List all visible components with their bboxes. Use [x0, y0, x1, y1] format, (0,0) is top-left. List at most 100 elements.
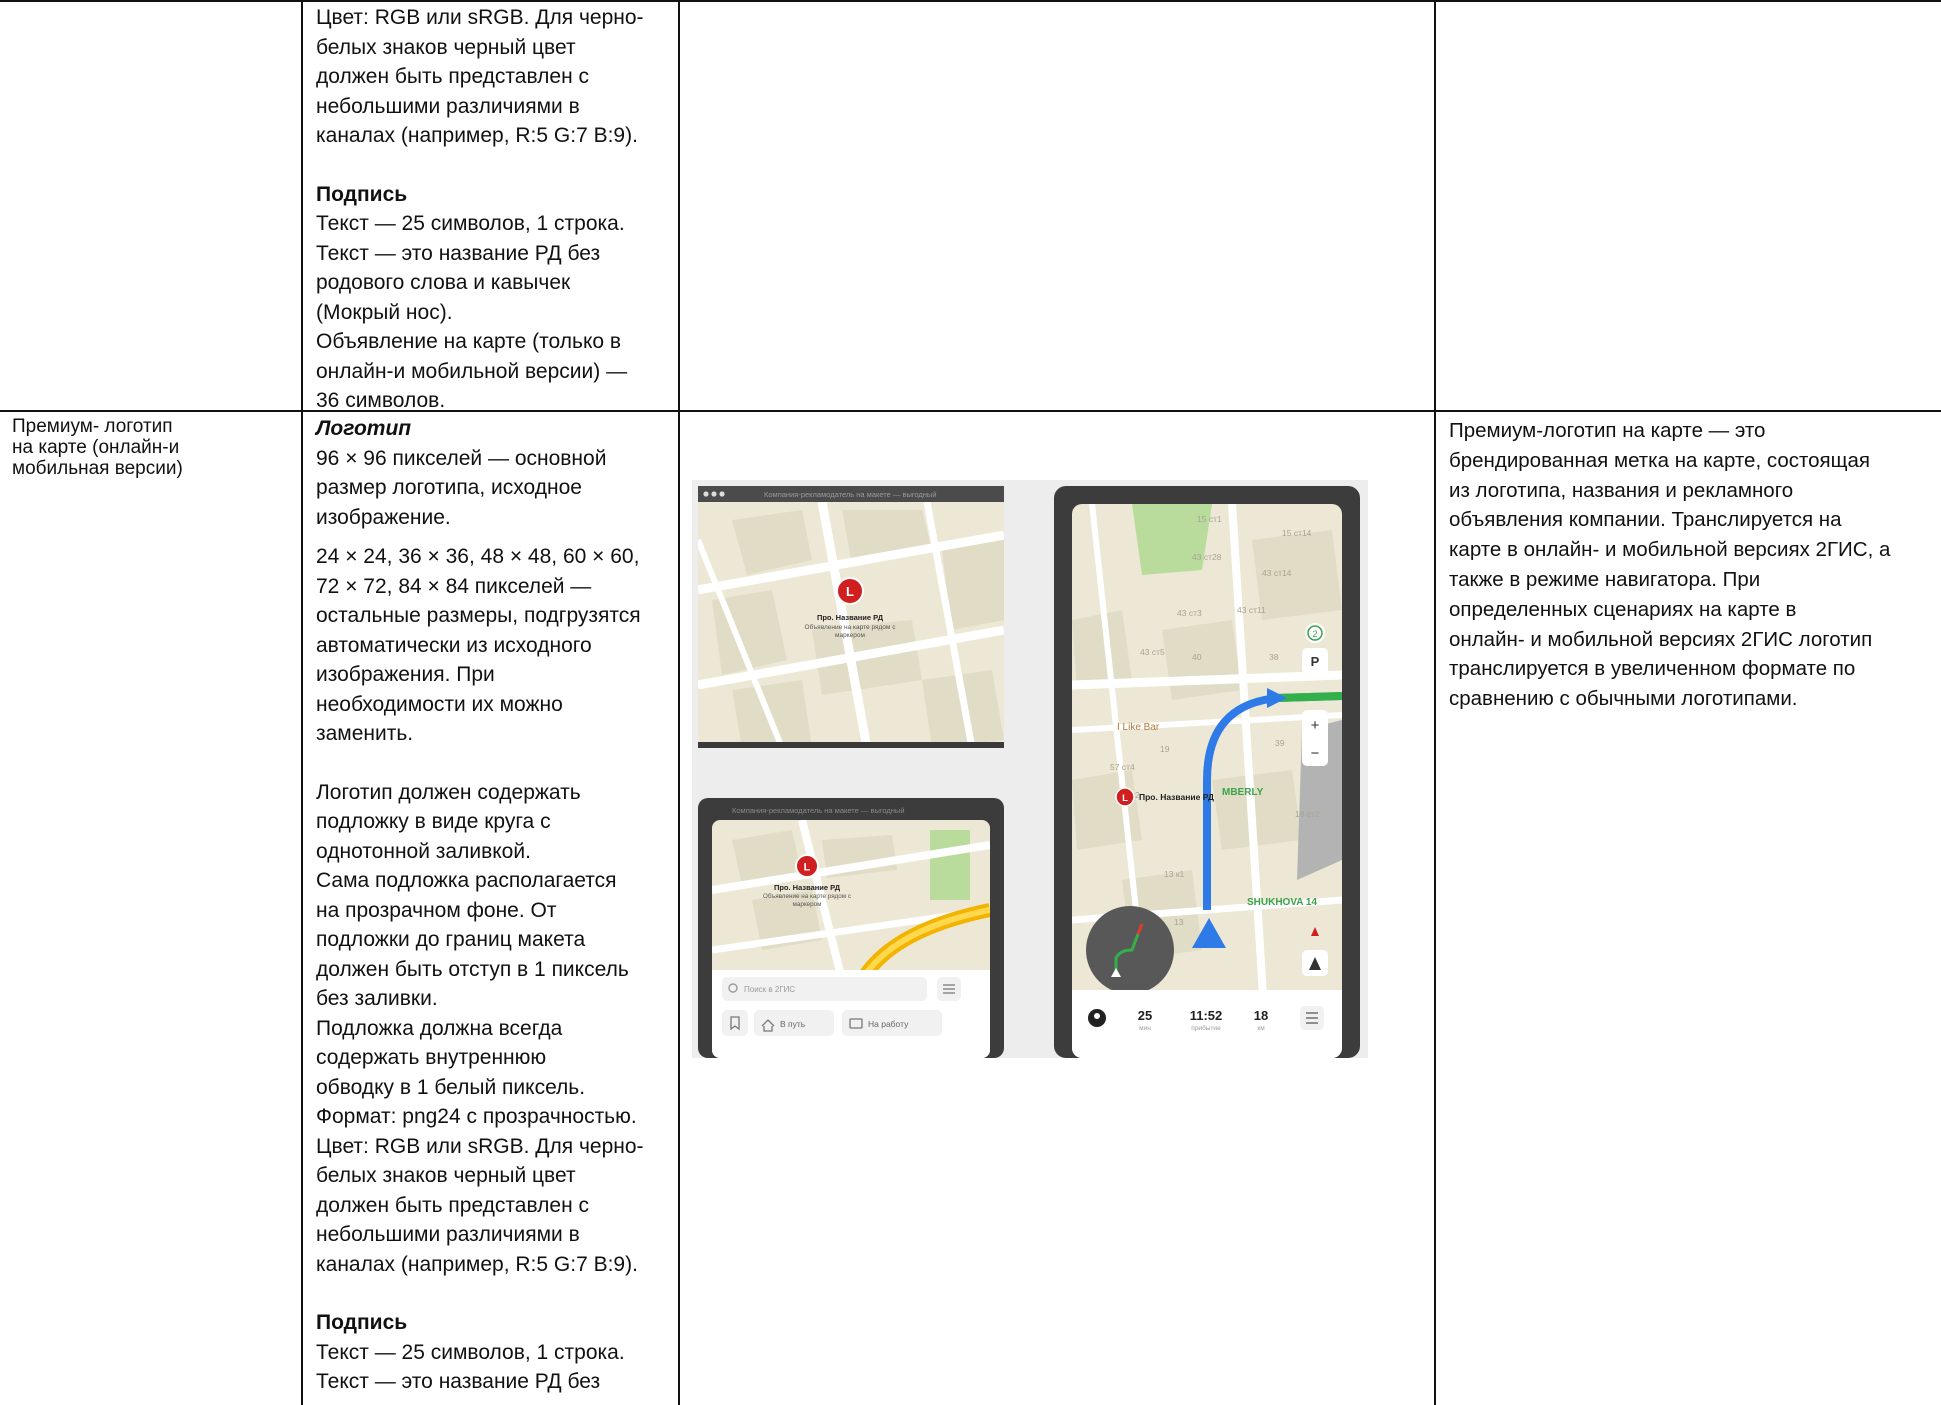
- browser-title: Компания-рекламодатель на макете — выгод…: [764, 490, 937, 499]
- text-line: белых знаков черный цвет: [316, 1164, 576, 1187]
- text-line: необходимости их можно: [316, 692, 563, 716]
- table-border-left: [301, 0, 303, 1405]
- text-line: Цвет: RGB или sRGB. Для черно-: [316, 1134, 644, 1158]
- mobile-app-mockup: Компания-рекламодатель на макете — выгод…: [698, 798, 1004, 1058]
- app-title: Компания-рекламодатель на макете — выгод…: [732, 806, 905, 815]
- text-line: размер логотипа, исходное: [316, 476, 582, 499]
- navigator-mockup: 15 ст1 15 ст14 43 ст28 43 ст14 43 ст3 43…: [1054, 486, 1360, 1058]
- zoom-in-button[interactable]: +: [1311, 717, 1320, 734]
- desc-line: Премиум-логотип на карте — это: [1449, 419, 1766, 442]
- poi-label: I Like Bar: [1117, 722, 1160, 733]
- logo-requirements: Логотип 96 × 96 пикселей — основной разм…: [316, 414, 672, 1397]
- text-line: Текст — это название РД без: [316, 241, 601, 265]
- traffic-badge-label: 2: [1312, 629, 1317, 639]
- arrival-time: 11:52: [1190, 1008, 1223, 1023]
- text-line: небольшими различиями в: [316, 94, 580, 118]
- desc-line: онлайн- и мобильной версиях 2ГИС логотип: [1449, 627, 1873, 651]
- svg-text:15 ст14: 15 ст14: [1282, 528, 1312, 538]
- svg-text:43 ст14: 43 ст14: [1262, 568, 1292, 578]
- table-border-row: [0, 410, 1941, 412]
- eta-minutes-unit: мин: [1139, 1025, 1151, 1032]
- poi-label: SHUKHOVA 14: [1247, 897, 1317, 908]
- text-line: остальные размеры, подгрузятся: [316, 604, 641, 627]
- table-border-top: [0, 0, 1941, 2]
- text-line: на прозрачном фоне. От: [316, 898, 557, 922]
- text-line: должен быть представлен с: [316, 1193, 590, 1217]
- text-line: содержать внутреннюю: [316, 1046, 547, 1069]
- text-line: родового слова и кавычек: [316, 271, 571, 294]
- svg-text:18 ст2: 18 ст2: [1295, 809, 1320, 819]
- svg-text:57 ст4: 57 ст4: [1110, 762, 1135, 772]
- marker-letter: L: [1122, 793, 1128, 804]
- text-line: автоматически из исходного: [316, 633, 592, 657]
- text-line: Текст — 25 символов, 1 строка.: [316, 1340, 625, 1364]
- desc-line: карте в онлайн- и мобильной версиях 2ГИС…: [1449, 538, 1891, 562]
- text-line: (Мокрый нос).: [316, 300, 453, 324]
- work-button: На работу: [868, 1019, 909, 1029]
- parking-label: P: [1311, 654, 1320, 669]
- svg-text:13: 13: [1174, 917, 1184, 927]
- svg-text:15 ст1: 15 ст1: [1197, 514, 1222, 524]
- logo-heading: Логотип: [316, 417, 412, 440]
- marker-ad: Объявление на карте рядом с: [763, 892, 851, 900]
- text-line: изображения. При: [316, 663, 495, 686]
- desc-line: из логотипа, названия и рекламного: [1449, 478, 1794, 502]
- marker-letter: L: [804, 862, 811, 874]
- text-line: онлайн-и мобильной версии) —: [316, 359, 628, 383]
- text-line: небольшими различиями в: [316, 1223, 580, 1246]
- marker-ad: маркером: [835, 632, 865, 639]
- text-line: белых знаков черный цвет: [316, 35, 576, 59]
- svg-text:13 к1: 13 к1: [1164, 869, 1185, 879]
- text-line: Текст — это название РД без: [316, 1370, 601, 1393]
- desktop-map-mockup: Компания-рекламодатель на макете — выгод…: [698, 486, 1004, 748]
- text-line: должен быть отступ в 1 пиксель: [316, 957, 629, 981]
- row-title-line: Премиум- логотип: [12, 416, 173, 437]
- map-mockup-illustration: Компания-рекламодатель на макете — выгод…: [692, 480, 1368, 1058]
- arrival-time-unit: прибытие: [1191, 1024, 1221, 1032]
- marker-name: Про. Название РД: [774, 883, 841, 892]
- text-line: должен быть представлен с: [316, 65, 590, 88]
- text-line: 36 символов.: [316, 389, 446, 412]
- desc-line: также в режиме навигатора. При: [1449, 567, 1761, 591]
- zoom-out-button[interactable]: −: [1311, 745, 1320, 762]
- svg-text:43 ст3: 43 ст3: [1177, 608, 1202, 618]
- text-line: Логотип должен содержать: [316, 780, 581, 804]
- text-line: Сама подложка располагается: [316, 869, 617, 892]
- text-line: изображение.: [316, 505, 451, 529]
- desc-line: сравнению с обычными логотипами.: [1449, 687, 1798, 711]
- route-button: В путь: [780, 1019, 806, 1029]
- text-line: Цвет: RGB или sRGB. Для черно-: [316, 6, 644, 29]
- desc-line: объявления компании. Транслируется на: [1449, 508, 1842, 532]
- row-title-line: на карте (онлайн-и: [12, 437, 180, 458]
- marker-name: Про. Название РД: [1139, 792, 1214, 802]
- text-line: однотонной заливкой.: [316, 839, 531, 863]
- text-line: Объявление на карте (только в: [316, 330, 622, 353]
- text-line: Подложка должна всегда: [316, 1016, 563, 1040]
- text-line: без заливки.: [316, 987, 438, 1010]
- distance-unit: км: [1257, 1025, 1265, 1032]
- text-line: 72 × 72, 84 × 84 пикселей —: [316, 574, 592, 598]
- svg-text:39: 39: [1275, 738, 1285, 748]
- svg-text:43 ст11: 43 ст11: [1237, 605, 1266, 615]
- text-line: каналах (например, R:5 G:7 B:9).: [316, 124, 638, 147]
- svg-text:43 ст5: 43 ст5: [1140, 647, 1165, 657]
- row-description: Премиум-логотип на карте — это брендиров…: [1449, 416, 1919, 714]
- text-line: Текст — 25 символов, 1 строка.: [316, 212, 625, 235]
- marker-letter: L: [846, 584, 854, 599]
- marker-name: Про. Название РД: [817, 613, 884, 622]
- row-title-line: мобильная версии): [12, 458, 183, 479]
- text-line: каналах (например, R:5 G:7 B:9).: [316, 1252, 638, 1276]
- svg-text:40: 40: [1192, 652, 1202, 662]
- table-border-col3: [1434, 0, 1436, 1405]
- text-line: 96 × 96 пикселей — основной: [316, 446, 607, 470]
- poi-label: MBERLY: [1222, 787, 1264, 798]
- table-border-col2: [678, 0, 680, 1405]
- row-title: Премиум- логотип на карте (онлайн-и моби…: [12, 416, 282, 479]
- top-row-requirements: Цвет: RGB или sRGB. Для черно- белых зна…: [316, 3, 672, 416]
- text-line: подложки до границ макета: [316, 928, 586, 951]
- eta-minutes: 25: [1138, 1008, 1152, 1023]
- text-line: 24 × 24, 36 × 36, 48 × 48, 60 × 60,: [316, 545, 640, 568]
- text-line: заменить.: [316, 722, 414, 745]
- text-line: Формат: png24 с прозрачностью.: [316, 1105, 637, 1128]
- text-line: подложку в виде круга с: [316, 810, 551, 833]
